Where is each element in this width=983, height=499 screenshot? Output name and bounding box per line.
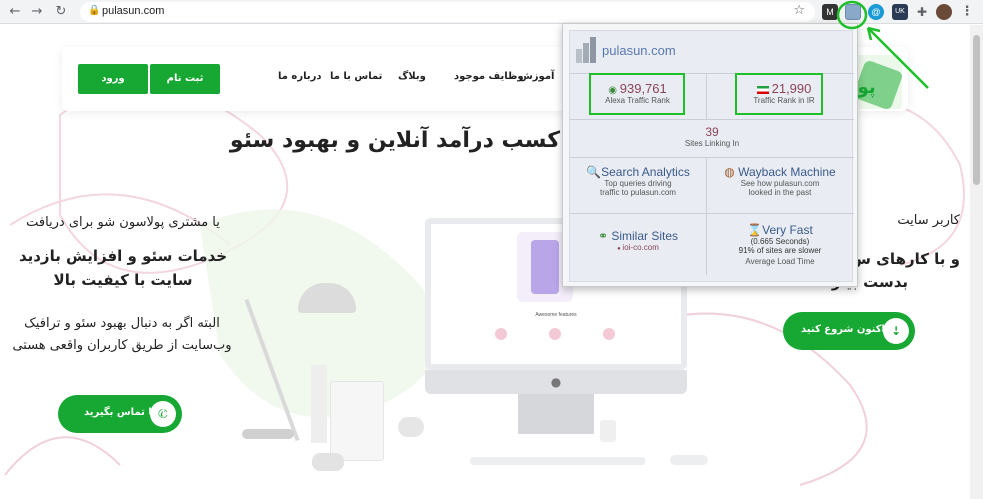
search-desc-1: Top queries driving — [604, 179, 672, 188]
speed-label: Average Load Time — [745, 257, 815, 266]
left-paragraph: البته اگر به دنبال بهبود سئو و ترافیک وب… — [12, 316, 232, 353]
speed-title: Very Fast — [762, 223, 813, 237]
load-time-cell[interactable]: ⌛Very Fast (0.665 Seconds) 91% of sites … — [712, 223, 848, 266]
left-title-line1: خدمات سئو و افزایش بازدید — [18, 247, 228, 265]
mouse — [670, 455, 708, 465]
lock-icon: 🔒 — [88, 5, 101, 16]
bookmark-star-icon[interactable]: ☆ — [793, 3, 805, 18]
search-analytics-title: Search Analytics — [601, 165, 690, 179]
alexa-popup: pulasun.com ◉ 939,761 Alexa Traffic Rank… — [562, 23, 858, 287]
url-text: pulasun.com — [102, 5, 165, 17]
highlight-alexa-rank — [589, 73, 685, 115]
speed-title-row: ⌛Very Fast — [712, 223, 848, 237]
wayback-icon: ◍ — [724, 165, 739, 179]
apple-logo-icon: ● — [550, 375, 562, 389]
similar-sites-title-row: ⚭ Similar Sites — [576, 229, 700, 243]
scrollbar-thumb[interactable] — [973, 35, 980, 185]
start-now-label: هم اکنون شروع کنید — [801, 324, 904, 335]
contact-us-button[interactable]: ✆ با ما تماس بگیرید — [58, 395, 182, 433]
similar-site-name: ioi-co.com — [622, 243, 659, 252]
right-intro-line: کاربر سایت — [897, 213, 960, 228]
left-title-line2: سایت با کیفیت بالا — [53, 271, 193, 289]
similar-sites-title: Similar Sites — [611, 229, 679, 243]
pen-holder — [330, 381, 384, 461]
wayback-cell[interactable]: ◍ Wayback Machine See how pulasun.com lo… — [712, 165, 848, 197]
annotation-arrow — [836, 0, 929, 89]
wayback-desc-2: looked in the past — [748, 188, 812, 197]
sites-linking-cell[interactable]: 39 Sites Linking In — [570, 125, 854, 148]
nav-blog[interactable]: وبلاگ — [398, 71, 426, 82]
start-now-button[interactable]: ↓ هم اکنون شروع کنید — [783, 312, 915, 350]
popup-site-title[interactable]: pulasun.com — [602, 43, 676, 58]
page-headline: کسب درآمد آنلاین و بهبود سئو — [229, 128, 560, 153]
similar-sites-cell[interactable]: ⚭ Similar Sites ● ioi-co.com — [576, 229, 700, 252]
nav-about[interactable]: درباره ما — [278, 71, 322, 82]
search-analytics-title-row: 🔍Search Analytics — [576, 165, 700, 179]
wayback-title-row: ◍ Wayback Machine — [712, 165, 848, 179]
browser-menu-icon[interactable]: ⋮ — [958, 3, 976, 21]
nav-contact[interactable]: تماس با ما — [330, 71, 382, 82]
speed-percent: 91% of sites are slower — [738, 246, 822, 255]
alexa-panel: pulasun.com ◉ 939,761 Alexa Traffic Rank… — [569, 30, 854, 282]
keyboard — [470, 457, 645, 465]
search-desc-2: traffic to pulasun.com — [600, 188, 676, 197]
mockup-caption: Awesome features — [535, 312, 577, 318]
signup-button[interactable]: ثبت نام — [150, 64, 220, 94]
alexa-logo-icon — [576, 37, 598, 63]
links-count: 39 — [705, 125, 719, 139]
page-scrollbar[interactable] — [970, 25, 983, 499]
search-analytics-cell[interactable]: 🔍Search Analytics Top queries driving tr… — [576, 165, 700, 197]
wayback-title: Wayback Machine — [738, 165, 836, 179]
login-button[interactable]: ورود — [78, 64, 148, 94]
left-intro-line: یا مشتری پولاسون شو برای دریافت — [26, 215, 220, 230]
back-button[interactable]: ← — [6, 3, 24, 21]
links-label: Sites Linking In — [684, 139, 740, 148]
contact-us-label: با ما تماس بگیرید — [84, 407, 170, 418]
address-bar[interactable]: 🔒 pulasun.com ☆ — [80, 2, 815, 22]
link-icon: ⚭ — [597, 229, 612, 243]
forward-button[interactable]: → — [28, 3, 46, 21]
highlight-country-rank — [735, 73, 823, 115]
similar-site-link[interactable]: ● ioi-co.com — [576, 243, 700, 252]
hourglass-icon: ⌛ — [747, 223, 763, 237]
speed-seconds: (0.665 Seconds) — [750, 237, 810, 246]
nav-available-tasks[interactable]: وظایف موجود — [454, 71, 524, 82]
magnifier-icon: 🔍 — [586, 165, 602, 179]
reload-button[interactable]: ↻ — [52, 3, 70, 21]
panda-figure — [312, 453, 344, 471]
nav-education[interactable]: آموزش — [519, 71, 554, 82]
wayback-desc-1: See how pulasun.com — [740, 179, 820, 188]
